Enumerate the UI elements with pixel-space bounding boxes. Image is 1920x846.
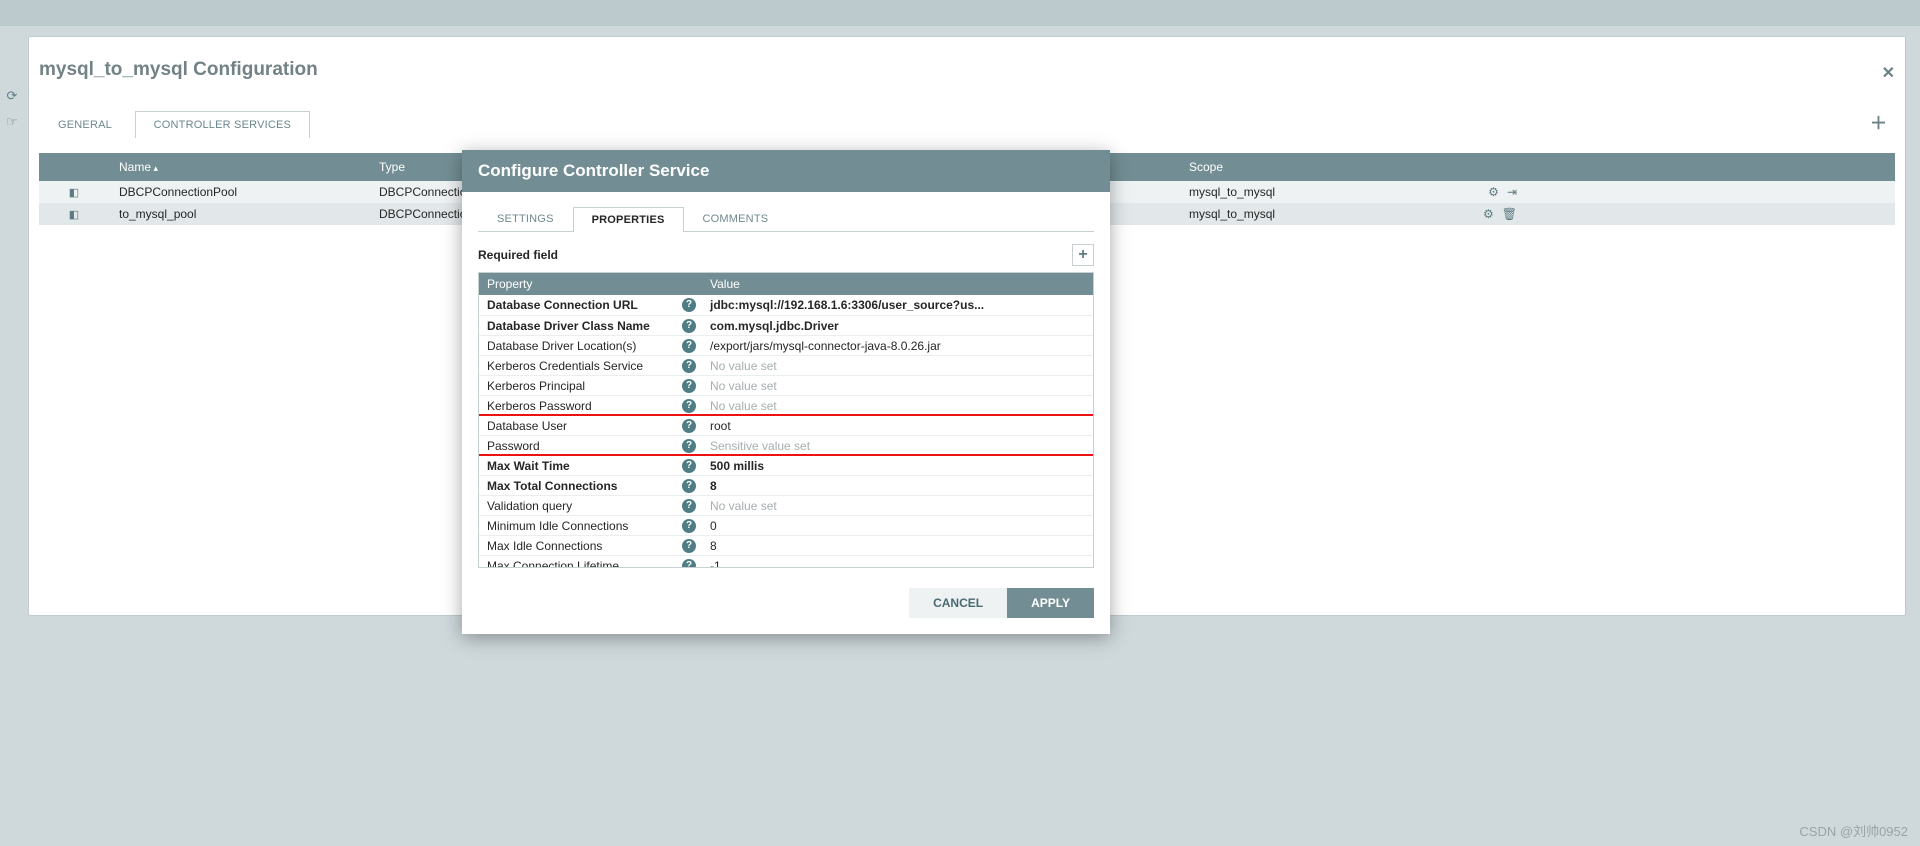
properties-scroll[interactable]: Database Connection URL?jdbc:mysql://192…	[479, 295, 1093, 567]
gear-icon[interactable]: ⚙	[1488, 185, 1499, 199]
property-row[interactable]: Max Total Connections?8	[479, 475, 1093, 495]
property-name: Database Driver Location(s)?	[479, 339, 702, 353]
service-scope: mysql_to_mysql	[1189, 185, 1449, 199]
add-controller-service-icon[interactable]: ＋	[1870, 109, 1887, 134]
property-name: Minimum Idle Connections?	[479, 519, 702, 533]
property-name: Database Driver Class Name?	[479, 319, 702, 333]
property-name: Validation query?	[479, 499, 702, 513]
col-scope[interactable]: Scope	[1189, 160, 1449, 174]
help-icon[interactable]: ?	[682, 439, 696, 453]
help-icon[interactable]: ?	[682, 479, 696, 493]
help-icon[interactable]: ?	[682, 539, 696, 553]
hand-icon[interactable]: ☞	[2, 112, 22, 132]
property-row[interactable]: Max Connection Lifetime?-1	[479, 555, 1093, 567]
pg-title: mysql_to_mysql Configuration	[29, 59, 1905, 81]
property-row[interactable]: Max Idle Connections?8	[479, 535, 1093, 555]
apply-button[interactable]: APPLY	[1007, 588, 1094, 618]
help-icon[interactable]: ?	[682, 359, 696, 373]
service-name: DBCPConnectionPool	[109, 185, 379, 199]
tab-settings[interactable]: SETTINGS	[478, 206, 573, 231]
property-row[interactable]: Database Connection URL?jdbc:mysql://192…	[479, 295, 1093, 315]
help-icon[interactable]: ?	[682, 419, 696, 433]
property-row[interactable]: Database Driver Location(s)?/export/jars…	[479, 335, 1093, 355]
enable-icon[interactable]: ⇥	[1507, 185, 1517, 199]
service-state-icon: ◧	[69, 209, 79, 221]
dialog-tab-strip: SETTINGS PROPERTIES COMMENTS	[478, 206, 1094, 232]
property-value[interactable]: No value set	[702, 359, 1093, 373]
property-name: Max Connection Lifetime?	[479, 559, 702, 568]
app-toolbar	[0, 0, 1920, 26]
col-property: Property	[479, 277, 702, 291]
property-name: Max Total Connections?	[479, 479, 702, 493]
property-name: Max Idle Connections?	[479, 539, 702, 553]
watermark: CSDN @刘帅0952	[1799, 821, 1908, 840]
help-icon[interactable]: ?	[682, 339, 696, 353]
delete-icon[interactable]: 🗑	[1502, 207, 1517, 221]
property-value[interactable]: 500 millis	[702, 459, 1093, 473]
property-value[interactable]: No value set	[702, 399, 1093, 413]
properties-table: Property Value Database Connection URL?j…	[478, 272, 1094, 568]
property-row[interactable]: Kerberos Password?No value set	[479, 395, 1093, 415]
property-name: Password?	[479, 439, 702, 453]
property-value[interactable]: Sensitive value set	[702, 439, 1093, 453]
property-name: Max Wait Time?	[479, 459, 702, 473]
property-value[interactable]: /export/jars/mysql-connector-java-8.0.26…	[702, 339, 1093, 353]
service-state-icon: ◧	[69, 187, 79, 199]
property-value[interactable]: No value set	[702, 379, 1093, 393]
tab-general[interactable]: GENERAL	[39, 111, 131, 138]
dialog-title: Configure Controller Service	[462, 150, 1110, 192]
property-row[interactable]: Database Driver Class Name?com.mysql.jdb…	[479, 315, 1093, 335]
left-mini-toolbar: ⟳ ☞	[0, 80, 24, 140]
tab-comments[interactable]: COMMENTS	[684, 206, 788, 231]
property-name: Kerberos Password?	[479, 399, 702, 413]
pg-tab-strip: GENERAL CONTROLLER SERVICES	[39, 111, 1905, 139]
help-icon[interactable]: ?	[682, 399, 696, 413]
configure-controller-service-dialog: Configure Controller Service SETTINGS PR…	[462, 150, 1110, 634]
property-name: Kerberos Credentials Service?	[479, 359, 702, 373]
add-property-icon[interactable]: +	[1072, 244, 1094, 266]
help-icon[interactable]: ?	[682, 298, 696, 312]
property-row[interactable]: Max Wait Time?500 millis	[479, 455, 1093, 475]
help-icon[interactable]: ?	[682, 459, 696, 473]
property-value[interactable]: root	[702, 419, 1093, 433]
property-row[interactable]: Validation query?No value set	[479, 495, 1093, 515]
property-value[interactable]: No value set	[702, 499, 1093, 513]
help-icon[interactable]: ?	[682, 319, 696, 333]
property-row[interactable]: Minimum Idle Connections?0	[479, 515, 1093, 535]
property-value[interactable]: 8	[702, 479, 1093, 493]
required-field-label: Required field	[478, 248, 558, 262]
property-row[interactable]: Password?Sensitive value set	[479, 435, 1093, 455]
refresh-icon[interactable]: ⟳	[2, 86, 22, 106]
close-icon[interactable]: ✕	[1882, 63, 1895, 83]
service-name: to_mysql_pool	[109, 207, 379, 221]
property-row[interactable]: Kerberos Credentials Service?No value se…	[479, 355, 1093, 375]
property-name: Kerberos Principal?	[479, 379, 702, 393]
help-icon[interactable]: ?	[682, 499, 696, 513]
property-value[interactable]: 0	[702, 519, 1093, 533]
property-value[interactable]: com.mysql.jdbc.Driver	[702, 319, 1093, 333]
gear-icon[interactable]: ⚙	[1483, 207, 1494, 221]
property-value[interactable]: -1	[702, 559, 1093, 568]
property-value[interactable]: jdbc:mysql://192.168.1.6:3306/user_sourc…	[702, 298, 1093, 312]
cancel-button[interactable]: CANCEL	[909, 588, 1007, 618]
property-row[interactable]: Database User?root	[479, 415, 1093, 435]
help-icon[interactable]: ?	[682, 379, 696, 393]
property-value[interactable]: 8	[702, 539, 1093, 553]
tab-properties[interactable]: PROPERTIES	[573, 207, 684, 232]
property-name: Database User?	[479, 419, 702, 433]
help-icon[interactable]: ?	[682, 559, 696, 568]
property-row[interactable]: Kerberos Principal?No value set	[479, 375, 1093, 395]
col-name[interactable]: Name	[109, 160, 379, 174]
help-icon[interactable]: ?	[682, 519, 696, 533]
col-value: Value	[702, 277, 1093, 291]
property-name: Database Connection URL?	[479, 298, 702, 312]
tab-controller-services[interactable]: CONTROLLER SERVICES	[135, 111, 310, 138]
service-scope: mysql_to_mysql	[1189, 207, 1449, 221]
